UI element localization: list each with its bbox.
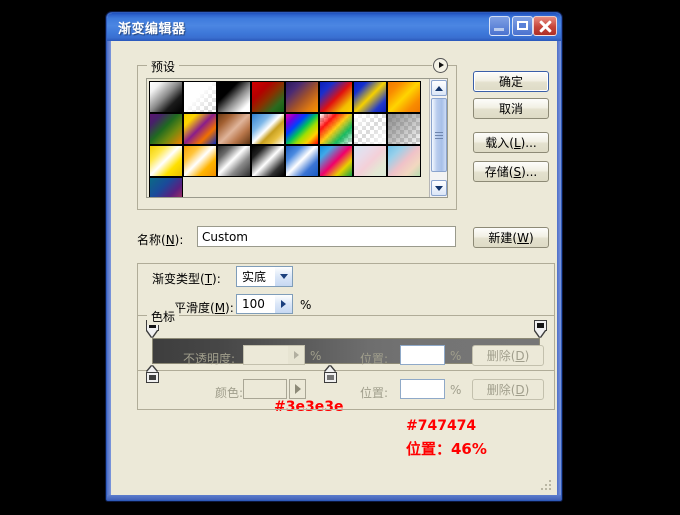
gradient-type-label: 渐变类型(T): bbox=[152, 272, 221, 286]
presets-group-label: 预设 bbox=[147, 58, 180, 75]
scroll-up-icon[interactable] bbox=[431, 80, 447, 96]
preset-scrollbar[interactable] bbox=[429, 79, 447, 197]
preset-swatch-copper[interactable] bbox=[217, 113, 251, 145]
smoothness-value: 100 bbox=[242, 297, 265, 311]
preset-swatch-orange-yellow-orange[interactable] bbox=[387, 81, 421, 113]
position2-label: 位置: bbox=[360, 386, 389, 400]
preset-swatch-yellow-violet-orange-blue[interactable] bbox=[183, 113, 217, 145]
preset-menu-triangle bbox=[438, 62, 444, 68]
preset-listbox[interactable] bbox=[146, 78, 448, 198]
preset-swatch-red-to-green[interactable] bbox=[251, 81, 285, 113]
gradient-type-select[interactable]: 实底 bbox=[236, 266, 293, 287]
preset-swatch-violet-green-orange[interactable] bbox=[149, 113, 183, 145]
preset-swatch-teal-violet[interactable] bbox=[149, 177, 183, 197]
preset-swatch-black-to-white[interactable] bbox=[217, 81, 251, 113]
preset-swatch-black-white-black[interactable] bbox=[251, 145, 285, 177]
preset-swatch-spectrum[interactable] bbox=[285, 113, 319, 145]
scrollbar-thumb[interactable] bbox=[431, 98, 447, 172]
preset-swatch-blue-yellow-blue[interactable] bbox=[353, 81, 387, 113]
preset-swatch-blue-white-blue[interactable] bbox=[285, 145, 319, 177]
opacity-unit: % bbox=[310, 349, 322, 363]
position1-unit: % bbox=[450, 349, 462, 363]
load-button[interactable]: 载入(L)... bbox=[473, 132, 549, 153]
preset-swatch-transparent-stripes[interactable] bbox=[353, 113, 387, 145]
window-title: 渐变编辑器 bbox=[118, 22, 186, 37]
accelerator-letter: M bbox=[214, 301, 226, 315]
opacity-stepper-icon bbox=[288, 346, 304, 364]
position2-input[interactable] bbox=[400, 379, 445, 399]
color-stops-group: 色标 不透明度: % 位置: % 删除(D) 颜色: 位置: % 删除(D) bbox=[137, 308, 555, 410]
scrollbar-grip-icon bbox=[435, 130, 443, 141]
position1-label: 位置: bbox=[360, 352, 389, 366]
accelerator-letter: D bbox=[515, 382, 525, 397]
scroll-down-chevron bbox=[435, 185, 443, 191]
preset-swatch-grid bbox=[149, 81, 429, 197]
smoothness-unit: % bbox=[300, 298, 312, 312]
smoothness-input[interactable]: 100 bbox=[236, 294, 293, 314]
delete-color-stop-button: 删除(D) bbox=[472, 379, 544, 400]
smoothness-label: 平滑度(M): bbox=[174, 301, 234, 315]
accelerator-letter: T bbox=[204, 272, 213, 286]
color-picker-arrow-icon bbox=[289, 379, 306, 399]
preset-menu-circle bbox=[432, 57, 448, 73]
color-swatch bbox=[243, 379, 287, 399]
accelerator-letter: D bbox=[515, 348, 525, 363]
close-button[interactable] bbox=[533, 16, 557, 36]
gradient-editor-dialog: 渐变编辑器 预设 确定 取消 载入(L)... 存储(S)... 新建(… bbox=[106, 12, 562, 501]
preset-swatch-foreground-to-transparent[interactable] bbox=[183, 81, 217, 113]
preset-swatch-neutral-density[interactable] bbox=[387, 113, 421, 145]
color-picker-arrow-glyph bbox=[294, 384, 301, 394]
minimize-button[interactable] bbox=[489, 16, 510, 36]
opacity-label: 不透明度: bbox=[183, 352, 236, 366]
preset-swatch-blue-red-yellow[interactable] bbox=[319, 81, 353, 113]
color-label: 颜色: bbox=[215, 386, 244, 400]
accelerator-letter: L bbox=[513, 135, 521, 150]
resize-grip-icon[interactable] bbox=[541, 480, 554, 493]
window-border-bottom bbox=[107, 495, 561, 500]
accelerator-letter: S bbox=[513, 164, 522, 179]
preset-swatch-violet-to-orange[interactable] bbox=[285, 81, 319, 113]
gradient-type-value: 实底 bbox=[242, 270, 267, 284]
delete-opacity-stop-button: 删除(D) bbox=[472, 345, 544, 366]
accelerator-letter: N bbox=[165, 233, 175, 247]
preset-swatch-transparent-rainbow[interactable] bbox=[319, 113, 353, 145]
cancel-button[interactable]: 取消 bbox=[473, 98, 549, 119]
preset-swatch-blue-pink-green[interactable] bbox=[319, 145, 353, 177]
name-input[interactable]: Custom bbox=[197, 226, 456, 247]
chevron-down-glyph bbox=[279, 274, 288, 279]
maximize-button[interactable] bbox=[512, 16, 533, 36]
stepper-arrow-icon[interactable] bbox=[275, 295, 292, 313]
position1-input[interactable] bbox=[400, 345, 445, 365]
preset-swatch-pastel-blue-pink[interactable] bbox=[387, 145, 421, 177]
window-border-right bbox=[557, 41, 561, 500]
preset-swatch-yellow-white-gradient[interactable] bbox=[149, 145, 183, 177]
annotation-mid-color: #747474 bbox=[406, 418, 477, 434]
opacity-input bbox=[243, 345, 305, 365]
opacity-stepper-glyph bbox=[293, 351, 299, 359]
new-button[interactable]: 新建(W) bbox=[473, 227, 549, 248]
position2-unit: % bbox=[450, 383, 462, 397]
save-button[interactable]: 存储(S)... bbox=[473, 161, 549, 182]
preset-menu-arrow-icon[interactable] bbox=[432, 57, 448, 73]
title-bar[interactable]: 渐变编辑器 bbox=[107, 13, 561, 41]
preset-swatch-orange-white-gradient[interactable] bbox=[183, 145, 217, 177]
name-label: 名称(N): bbox=[137, 233, 184, 247]
preset-swatch-pastel-pink[interactable] bbox=[353, 145, 387, 177]
scroll-down-icon[interactable] bbox=[431, 180, 447, 196]
preset-swatch-area[interactable] bbox=[147, 79, 429, 197]
preset-swatch-foreground-to-background[interactable] bbox=[149, 81, 183, 113]
ok-button[interactable]: 确定 bbox=[473, 71, 549, 92]
presets-group: 预设 bbox=[137, 57, 457, 210]
scroll-up-chevron bbox=[435, 85, 443, 91]
chevron-down-icon[interactable] bbox=[274, 267, 292, 286]
preset-swatch-chrome[interactable] bbox=[251, 113, 285, 145]
color-stops-group-label: 色标 bbox=[147, 308, 180, 325]
stepper-arrow-glyph bbox=[281, 300, 286, 308]
annotation-position: 位置：46% bbox=[406, 440, 487, 458]
accelerator-letter: W bbox=[517, 230, 529, 245]
preset-swatch-silver-gradient[interactable] bbox=[217, 145, 251, 177]
dialog-client-area: 预设 确定 取消 载入(L)... 存储(S)... 新建(W) 名… bbox=[111, 41, 557, 495]
